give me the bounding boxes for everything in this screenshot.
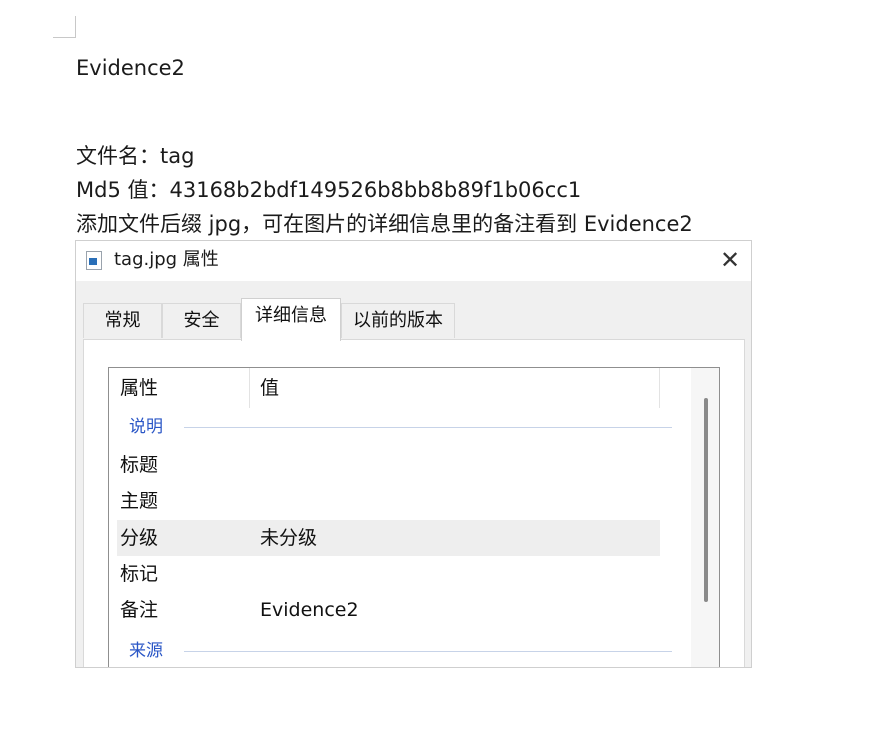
tab-strip: 常规 安全 详细信息 以前的版本: [83, 298, 751, 341]
instruction-line: 添加文件后缀 jpg，可在图片的详细信息里的备注看到 Evidence2: [76, 212, 693, 236]
tab-details[interactable]: 详细信息: [241, 298, 341, 341]
property-row[interactable]: 标题: [117, 447, 660, 483]
column-header-property[interactable]: 属性: [120, 368, 158, 408]
group-divider: [184, 651, 672, 652]
document-heading: Evidence2: [76, 56, 185, 80]
image-file-icon: [86, 251, 102, 270]
property-name: 分级: [120, 527, 159, 549]
column-divider[interactable]: [659, 368, 660, 408]
property-name: 标记: [120, 563, 159, 585]
tab-general[interactable]: 常规: [83, 303, 162, 338]
group-origin: 来源: [129, 636, 672, 666]
property-row[interactable]: 备注 Evidence2: [117, 592, 660, 628]
property-name: 备注: [120, 599, 159, 621]
property-value: Evidence2: [260, 599, 359, 621]
dialog-title: tag.jpg 属性: [114, 249, 219, 270]
page-corner-mark: [53, 16, 76, 38]
property-row[interactable]: 标记: [117, 556, 660, 592]
group-label: 来源: [129, 636, 171, 666]
vertical-scrollbar[interactable]: [691, 368, 719, 667]
property-row-highlighted[interactable]: 分级 未分级: [117, 520, 660, 556]
column-header-value[interactable]: 值: [260, 368, 279, 408]
properties-dialog-screenshot: tag.jpg 属性 ✕ 常规 安全 详细信息 以前的版本 属性 值 说明 标题…: [75, 240, 752, 668]
tab-previous-versions[interactable]: 以前的版本: [341, 303, 455, 338]
tab-security[interactable]: 安全: [162, 303, 241, 338]
property-name: 标题: [120, 454, 159, 476]
group-description: 说明: [129, 412, 672, 442]
property-name: 主题: [120, 490, 159, 512]
md5-line: Md5 值：43168b2bdf149526b8bb8b89f1b06cc1: [76, 178, 582, 202]
property-list[interactable]: 属性 值 说明 标题 主题 分级 未分级 标记 备注 Evidence2 来源: [108, 367, 720, 667]
group-divider: [184, 427, 672, 428]
dialog-titlebar: tag.jpg 属性 ✕: [76, 241, 751, 281]
details-panel: 属性 值 说明 标题 主题 分级 未分级 标记 备注 Evidence2 来源: [83, 339, 745, 667]
property-row[interactable]: 主题: [117, 483, 660, 519]
scrollbar-thumb[interactable]: [704, 398, 708, 602]
filename-line: 文件名：tag: [76, 144, 195, 168]
column-divider[interactable]: [249, 368, 250, 408]
group-label: 说明: [129, 412, 171, 442]
property-value: 未分级: [260, 527, 318, 549]
close-icon[interactable]: ✕: [713, 243, 747, 277]
